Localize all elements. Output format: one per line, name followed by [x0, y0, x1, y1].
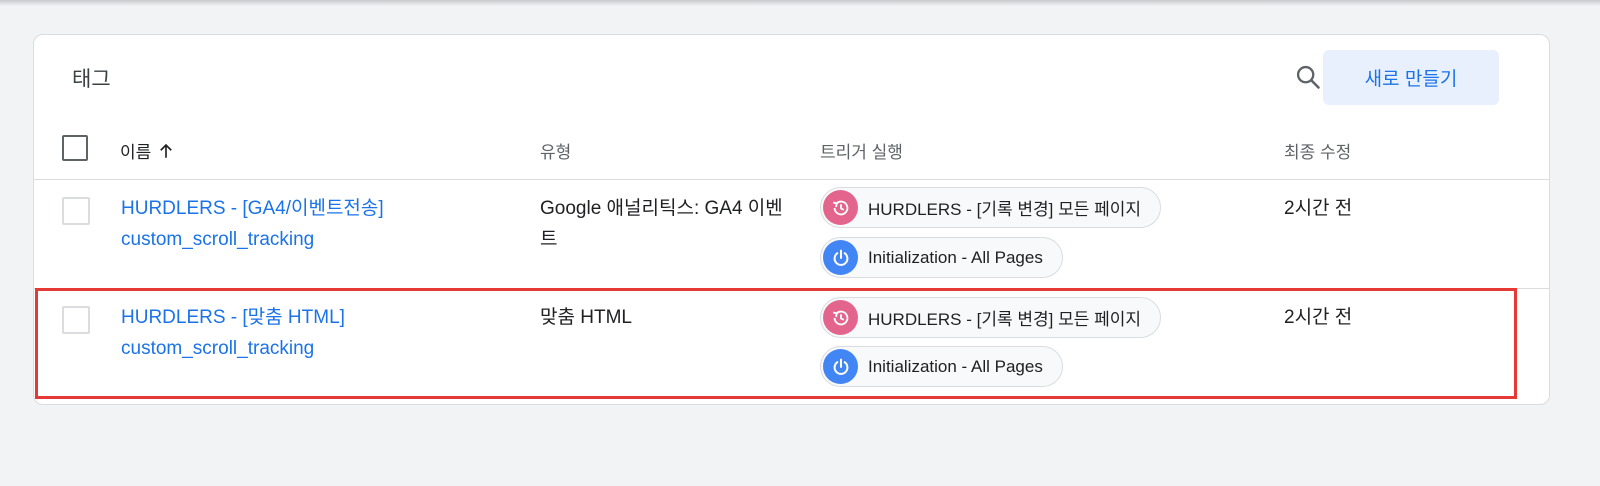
column-header-name-label: 이름	[120, 143, 152, 162]
trigger-chip-label: HURDLERS - [기록 변경] 모든 페이지	[868, 310, 1141, 329]
history-icon	[823, 190, 858, 225]
new-tag-button[interactable]: 새로 만들기	[1323, 50, 1499, 105]
column-header-type[interactable]: 유형	[540, 138, 571, 163]
power-icon	[823, 240, 858, 275]
table-row[interactable]: HURDLERS - [맞춤 HTML] custom_scroll_track…	[34, 289, 1549, 399]
search-icon	[1296, 65, 1320, 89]
column-header-triggers: 트리거 실행	[820, 143, 903, 162]
trigger-chip-label: Initialization - All Pages	[868, 247, 1043, 267]
trigger-chip[interactable]: HURDLERS - [기록 변경] 모든 페이지	[820, 297, 1161, 338]
history-icon	[823, 300, 858, 335]
row-checkbox[interactable]	[62, 197, 90, 225]
power-icon	[823, 349, 858, 384]
column-header-modified[interactable]: 최종 수정	[1284, 138, 1351, 163]
arrow-up-icon	[160, 143, 173, 158]
tag-name-line1: HURDLERS - [맞춤 HTML]	[121, 307, 345, 328]
table-row[interactable]: HURDLERS - [GA4/이벤트전송] custom_scroll_tra…	[34, 180, 1549, 288]
tag-type-line1: 맞춤 HTML	[540, 307, 632, 328]
top-shadow	[0, 0, 1600, 6]
trigger-chip[interactable]: HURDLERS - [기록 변경] 모든 페이지	[820, 187, 1161, 228]
tag-type-line2: 트	[540, 229, 558, 250]
row-checkbox[interactable]	[62, 306, 90, 334]
trigger-chip[interactable]: Initialization - All Pages	[820, 346, 1063, 387]
tag-type: 맞춤 HTML	[540, 302, 815, 333]
tag-name-link[interactable]: HURDLERS - [맞춤 HTML] custom_scroll_track…	[121, 302, 345, 364]
tag-type-line1: Google 애널리틱스: GA4 이벤	[540, 198, 783, 219]
trigger-chip[interactable]: Initialization - All Pages	[820, 237, 1063, 278]
trigger-chip-label: HURDLERS - [기록 변경] 모든 페이지	[868, 200, 1141, 219]
page-title: 태그	[72, 68, 111, 91]
select-all-checkbox[interactable]	[62, 135, 88, 161]
last-modified: 2시간 전	[1284, 307, 1353, 328]
trigger-chip-label: Initialization - All Pages	[868, 356, 1043, 376]
tag-name-line2: custom_scroll_tracking	[121, 229, 315, 250]
search-button[interactable]	[1288, 57, 1328, 97]
tag-name-line1: HURDLERS - [GA4/이벤트전송]	[121, 198, 384, 219]
tag-type: Google 애널리틱스: GA4 이벤 트	[540, 193, 815, 255]
last-modified: 2시간 전	[1284, 198, 1353, 219]
tags-card: 태그 새로 만들기 이름 유형 트리거 실행 최종 수정 HURDLERS - …	[33, 34, 1550, 405]
tag-name-link[interactable]: HURDLERS - [GA4/이벤트전송] custom_scroll_tra…	[121, 193, 384, 255]
column-header-name[interactable]: 이름	[120, 138, 175, 163]
tag-name-line2: custom_scroll_tracking	[121, 338, 315, 359]
